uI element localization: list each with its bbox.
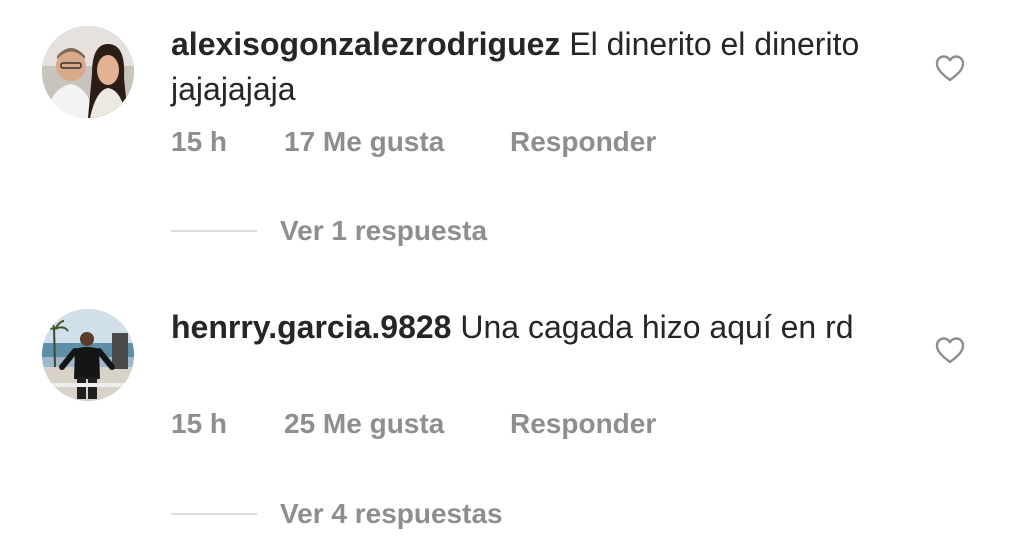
comment-timestamp: 15 h — [171, 408, 228, 439]
comment-username[interactable]: henrry.garcia.9828 — [171, 309, 451, 345]
view-replies-link[interactable]: Ver 4 respuestas — [280, 494, 503, 534]
avatar-photo — [42, 309, 134, 401]
comment-item: henrry.garcia.9828 Una cagada hizo aquí … — [0, 0, 1024, 541]
avatar[interactable] — [42, 309, 134, 401]
comment-text-block: henrry.garcia.9828 Una cagada hizo aquí … — [171, 305, 891, 350]
view-replies-row[interactable]: Ver 4 respuestas — [171, 494, 591, 534]
heart-outline-icon[interactable] — [934, 335, 966, 365]
replies-divider-line — [171, 513, 257, 515]
comment-body: Una cagada hizo aquí en rd — [460, 309, 854, 345]
likes-count-link[interactable]: 25 Me gusta — [284, 404, 444, 444]
comment-meta: 15 h 25 Me gusta Responder — [171, 404, 731, 444]
reply-button[interactable]: Responder — [510, 404, 656, 444]
